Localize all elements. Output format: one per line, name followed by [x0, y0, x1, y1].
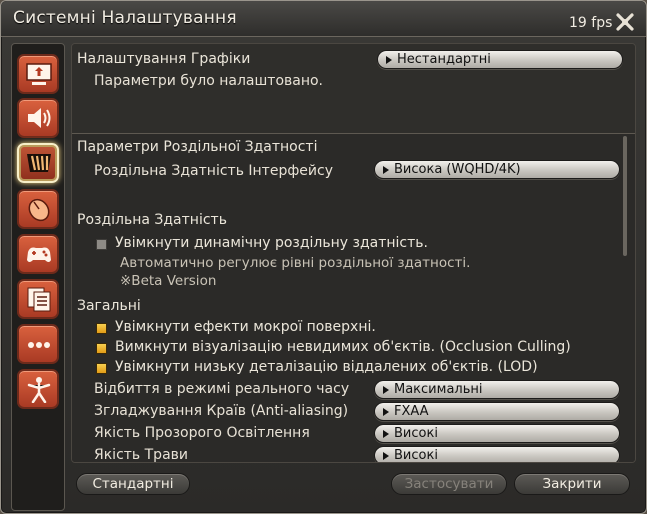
checkbox-label: Увімкнути низьку деталізацію віддалених …: [115, 359, 538, 375]
lod-checkbox[interactable]: [96, 363, 107, 374]
sidebar-item-document[interactable]: [17, 279, 59, 319]
graphics-icon: [27, 154, 51, 172]
graphics-preset-section: Налаштування Графіки Нестандартні Параме…: [72, 44, 635, 134]
dropdown-arrow-icon: [383, 408, 389, 416]
window-title: Системні Налаштування: [13, 8, 237, 28]
setting-label: Відбиття в режимі реального часу: [94, 381, 350, 397]
dynamic-resolution-note: Автоматично регулює рівні роздільної зда…: [120, 255, 471, 271]
scrollbar[interactable]: [623, 136, 627, 256]
fps-counter: 19 fps: [569, 15, 613, 31]
dynamic-resolution-label: Увімкнути динамічну роздільну здатність.: [115, 235, 428, 251]
dropdown-arrow-icon: [383, 386, 389, 394]
settings-panel: Налаштування Графіки Нестандартні Параме…: [71, 43, 636, 463]
checkbox-label: Увімкнути ефекти мокрої поверхні.: [115, 319, 376, 335]
sidebar-item-graphics[interactable]: [17, 143, 59, 183]
graphics-status-text: Параметри було налаштовано.: [94, 73, 324, 89]
setting-label: Якість Трави: [94, 447, 188, 463]
display-icon: [26, 63, 52, 85]
dropdown-arrow-icon: [383, 452, 389, 460]
settings-window: Системні Налаштування 19 fps Налаштуванн…: [0, 0, 647, 514]
dropdown-arrow-icon: [383, 430, 389, 438]
sidebar-item-character[interactable]: [17, 369, 59, 409]
occlusion-culling-checkbox[interactable]: [96, 343, 107, 354]
dropdown-arrow-icon: [386, 56, 392, 64]
apply-button[interactable]: Застосувати: [391, 473, 507, 495]
close-button[interactable]: Закрити: [514, 473, 630, 495]
character-icon: [27, 377, 51, 403]
sidebar-item-mouse[interactable]: [17, 189, 59, 229]
checkbox-label: Вимкнути візуалізацію невидимих об'єктів…: [115, 339, 571, 355]
sidebar-item-gamepad[interactable]: [17, 234, 59, 274]
resolution-params-heading: Параметри Роздільної Здатності: [77, 139, 318, 155]
graphics-settings-list: Параметри Роздільної Здатності Роздільна…: [72, 134, 635, 463]
general-heading: Загальні: [77, 298, 141, 314]
dynamic-resolution-checkbox[interactable]: [96, 239, 107, 250]
setting-label: Згладжування Країв (Anti-aliasing): [94, 403, 349, 419]
category-sidebar: [11, 43, 65, 511]
dropdown-arrow-icon: [383, 166, 389, 174]
reflections-dropdown[interactable]: Максимальні: [374, 380, 620, 399]
more-icon: [28, 342, 50, 348]
default-button[interactable]: Стандартні: [76, 473, 190, 495]
sidebar-item-display[interactable]: [17, 54, 59, 94]
mouse-icon: [28, 198, 50, 222]
speaker-icon: [28, 108, 51, 128]
close-icon[interactable]: [615, 12, 635, 32]
beta-version-note: ※Beta Version: [120, 273, 217, 289]
gamepad-icon: [27, 247, 51, 262]
ui-resolution-dropdown[interactable]: Висока (WQHD/4K): [374, 160, 620, 179]
translucent-lighting-dropdown[interactable]: Високі: [374, 424, 620, 443]
title-bar: Системні Налаштування 19 fps: [1, 1, 646, 37]
setting-label: Якість Прозорого Освітлення: [94, 425, 310, 441]
graphics-preset-label: Налаштування Графіки: [77, 51, 251, 67]
anti-aliasing-dropdown[interactable]: FXAA: [374, 402, 620, 421]
sidebar-item-sound[interactable]: [17, 98, 59, 138]
graphics-preset-dropdown[interactable]: Нестандартні: [377, 50, 623, 69]
resolution-heading: Роздільна Здатність: [77, 212, 227, 228]
document-icon: [27, 287, 51, 312]
grass-quality-dropdown[interactable]: Високі: [374, 446, 620, 462]
wet-surface-checkbox[interactable]: [96, 323, 107, 334]
ui-resolution-label: Роздільна Здатність Інтерфейсу: [94, 163, 333, 179]
sidebar-item-more[interactable]: [17, 324, 59, 364]
